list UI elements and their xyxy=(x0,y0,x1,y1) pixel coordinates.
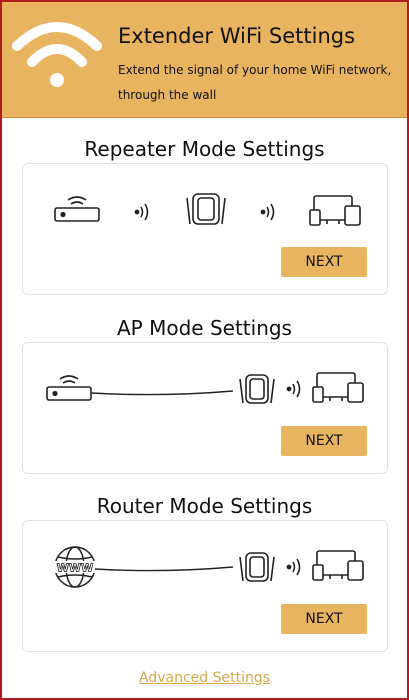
signal-waves-icon xyxy=(134,203,149,221)
signal-waves-icon xyxy=(286,558,301,576)
ap-section-title: AP Mode Settings xyxy=(117,316,292,340)
router-icon xyxy=(46,375,92,401)
router-mode-card: WWW NEXT xyxy=(22,520,388,652)
repeater-diagram xyxy=(54,193,361,226)
page-title: Extender WiFi Settings xyxy=(118,24,356,48)
router-next-button[interactable]: NEXT xyxy=(281,604,367,634)
extender-icon xyxy=(186,193,226,225)
repeater-section-title: Repeater Mode Settings xyxy=(84,137,325,161)
header-banner: Extender WiFi Settings Extend the signal… xyxy=(2,2,407,118)
page-subtitle: Extend the signal of your home WiFi netw… xyxy=(118,63,392,102)
app-frame: Extender WiFi Settings Extend the signal… xyxy=(0,0,409,700)
ap-mode-card: NEXT xyxy=(22,342,388,474)
devices-icon xyxy=(309,195,361,226)
globe-www-icon: WWW xyxy=(53,546,97,588)
wifi-icon xyxy=(12,22,102,87)
ethernet-cable-icon xyxy=(90,390,234,396)
signal-waves-icon xyxy=(260,203,275,221)
extender-icon xyxy=(239,552,275,582)
ap-diagram xyxy=(46,372,364,404)
extender-icon xyxy=(239,374,275,404)
repeater-next-button[interactable]: NEXT xyxy=(281,247,367,277)
devices-icon xyxy=(312,550,364,581)
repeater-mode-card: NEXT xyxy=(22,163,388,295)
advanced-settings-link[interactable]: Advanced Settings xyxy=(2,670,407,686)
router-diagram: WWW xyxy=(53,546,364,588)
ap-next-button[interactable]: NEXT xyxy=(281,426,367,456)
signal-waves-icon xyxy=(286,380,301,398)
ethernet-cable-icon xyxy=(94,566,234,572)
router-icon xyxy=(54,196,100,222)
svg-text:WWW: WWW xyxy=(57,562,93,575)
router-section-title: Router Mode Settings xyxy=(96,494,313,518)
devices-icon xyxy=(312,372,364,403)
